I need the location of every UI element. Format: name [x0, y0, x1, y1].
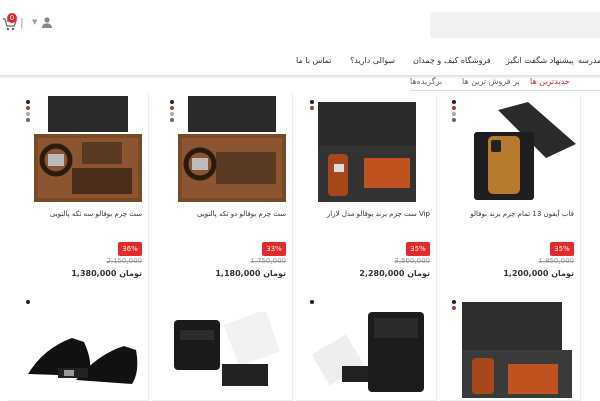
product-card[interactable] [8, 294, 149, 401]
product-title[interactable]: ست چرم بوفالو سه تکه پالتویی [50, 210, 142, 218]
old-price: 1,750,000 [250, 257, 286, 265]
tabs-divider [410, 90, 600, 91]
color-swatches [26, 300, 32, 306]
top-bar: 0 | ▼ [0, 0, 600, 50]
product-image[interactable] [458, 298, 576, 398]
product-price: 1,180,000 تومان [215, 269, 286, 278]
tab-newest[interactable]: جدیدترین ها [530, 77, 570, 86]
product-grid: قاب آیفون 13 تمام چرم برند بوفالو 35% 1,… [0, 94, 600, 401]
product-card[interactable]: ست چرم برند بوفالو مدل لازار Vip 35% 3,5… [296, 94, 437, 295]
product-image[interactable] [166, 312, 284, 400]
color-swatches [310, 300, 316, 306]
old-price: 3,500,000 [394, 257, 430, 265]
nav-item-special-offer[interactable]: پیشنهاد شگفت انگیز [506, 56, 574, 65]
product-image[interactable] [314, 98, 432, 206]
product-card[interactable] [296, 294, 437, 401]
product-card[interactable]: ست چرم بوفالو دو تکه پالتویی 33% 1,750,0… [152, 94, 293, 295]
discount-badge: 36% [118, 242, 142, 256]
product-image[interactable] [312, 308, 430, 398]
discount-badge: 35% [406, 242, 430, 256]
product-title[interactable]: قاب آیفون 13 تمام چرم برند بوفالو [470, 210, 574, 218]
nav-item-contact[interactable]: تماس با ما [296, 56, 332, 65]
nav-item-bag-store[interactable]: فروشگاه کیف و چمدان [413, 56, 491, 65]
search-input[interactable] [430, 12, 600, 38]
product-image[interactable] [24, 314, 142, 398]
product-title[interactable]: ست چرم بوفالو دو تکه پالتویی [197, 210, 286, 218]
old-price: 2,150,000 [106, 257, 142, 265]
nav-item-school[interactable]: مدرسه [578, 56, 600, 65]
discount-badge: 35% [550, 242, 574, 256]
product-card[interactable]: ست چرم بوفالو سه تکه پالتویی 36% 2,150,0… [8, 94, 149, 295]
product-price: 2,280,000 تومان [359, 269, 430, 278]
tab-featured[interactable]: برگزیده‌ها [410, 77, 442, 86]
product-price: 1,380,000 تومان [71, 269, 142, 278]
nav-item-faq[interactable]: سوالی دارید؟ [350, 56, 395, 65]
separator: | [20, 16, 24, 29]
old-price: 1,850,000 [538, 257, 574, 265]
user-icon[interactable] [41, 16, 53, 28]
chevron-down-icon[interactable]: ▼ [32, 18, 37, 26]
product-price: 1,200,000 تومان [503, 269, 574, 278]
product-card[interactable] [152, 294, 293, 401]
discount-badge: 33% [262, 242, 286, 256]
product-image[interactable] [28, 96, 146, 204]
product-card[interactable] [440, 294, 581, 401]
product-card[interactable]: قاب آیفون 13 تمام چرم برند بوفالو 35% 1,… [440, 94, 581, 295]
main-nav: تماس با ما سوالی دارید؟ فروشگاه کیف و چم… [0, 50, 600, 74]
product-title[interactable]: ست چرم برند بوفالو مدل لازار Vip [327, 210, 430, 218]
product-image[interactable] [458, 102, 576, 202]
cart-count-badge: 0 [7, 13, 17, 23]
product-image[interactable] [172, 96, 290, 204]
tab-bestselling[interactable]: پر فروش ترین ها [462, 77, 520, 86]
